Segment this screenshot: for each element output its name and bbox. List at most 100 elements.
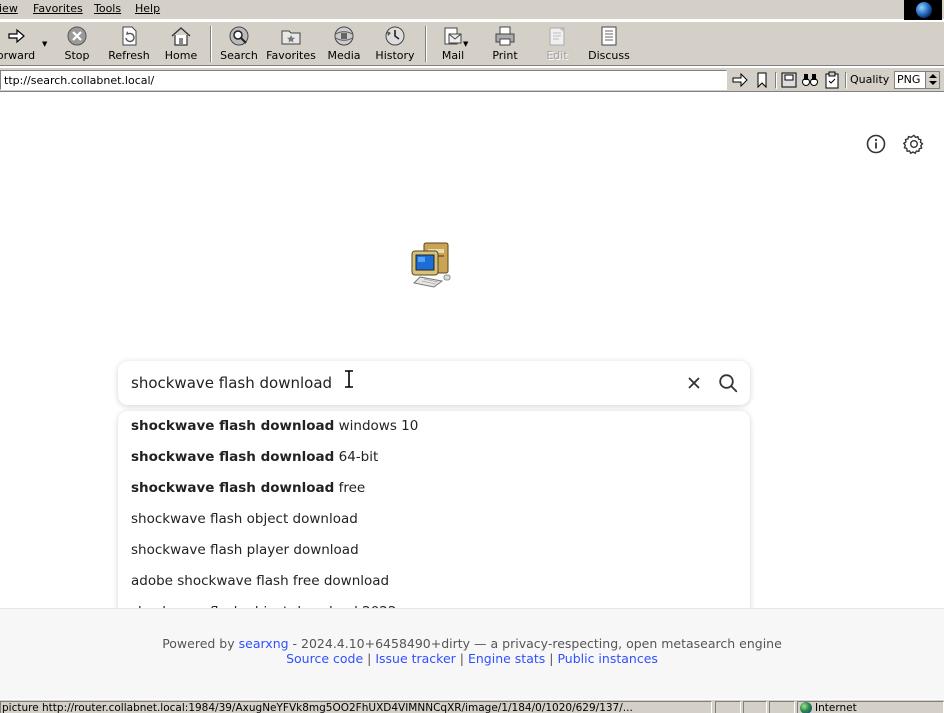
toolbar: orward ▼ Stop Refresh Home Search Favori… bbox=[0, 21, 944, 66]
status-pane bbox=[769, 701, 795, 713]
toolbar-separator bbox=[425, 26, 427, 62]
refresh-label: Refresh bbox=[108, 49, 150, 62]
footer: Powered by searxng - 2024.4.10+6458490+d… bbox=[0, 608, 944, 699]
menu-tools[interactable]: Tools bbox=[94, 2, 121, 16]
suggestion-rest: adobe shockwave flash free download bbox=[131, 573, 390, 589]
favorites-label: Favorites bbox=[266, 49, 316, 62]
engine-stats-link[interactable]: Engine stats bbox=[468, 651, 545, 666]
edit-icon bbox=[549, 27, 565, 46]
search-icon[interactable] bbox=[718, 373, 738, 393]
home-button[interactable]: Home bbox=[163, 25, 199, 65]
suggestion-rest: free bbox=[334, 480, 366, 496]
page-save-icon[interactable] bbox=[780, 71, 798, 89]
public-instances-link[interactable]: Public instances bbox=[557, 651, 657, 666]
issue-tracker-link[interactable]: Issue tracker bbox=[375, 651, 456, 666]
browser-throbber bbox=[904, 0, 942, 20]
mail-icon bbox=[444, 27, 462, 45]
forward-label: orward bbox=[0, 49, 36, 62]
status-bar: picture http://router.collabnet.local:19… bbox=[0, 699, 944, 713]
menu-tools-label: Tools bbox=[94, 2, 122, 15]
suggestion-rest: shockwave flash object download bbox=[131, 511, 358, 527]
bookmark-icon[interactable] bbox=[753, 71, 771, 89]
history-icon bbox=[385, 26, 405, 46]
menu-view[interactable]: iew bbox=[0, 2, 18, 16]
print-icon bbox=[495, 26, 515, 46]
clipboard-icon[interactable] bbox=[823, 71, 841, 89]
status-pane bbox=[715, 701, 741, 713]
footer-divider: | bbox=[455, 651, 468, 666]
quality-select[interactable]: PNG bbox=[894, 71, 940, 89]
menu-help-label: Help bbox=[135, 2, 161, 15]
globe-icon bbox=[916, 2, 932, 18]
discuss-icon bbox=[601, 26, 617, 46]
search-input[interactable] bbox=[131, 372, 671, 394]
discuss-label: Discuss bbox=[588, 49, 630, 62]
zone-label: Internet bbox=[815, 702, 857, 713]
clear-icon[interactable] bbox=[685, 374, 703, 392]
autocomplete-item[interactable]: shockwave flash download windows 10 bbox=[118, 415, 750, 446]
discuss-button[interactable]: Discuss bbox=[588, 25, 630, 65]
binoculars-icon[interactable] bbox=[801, 71, 819, 89]
suggestion-match: shockwave flash download bbox=[131, 449, 335, 465]
media-label: Media bbox=[327, 49, 361, 62]
forward-arrow-icon bbox=[8, 28, 25, 44]
footer-divider: | bbox=[545, 651, 558, 666]
favorites-button[interactable]: Favorites bbox=[266, 25, 316, 65]
refresh-icon bbox=[122, 26, 137, 46]
media-icon bbox=[334, 26, 354, 46]
favorites-folder-icon bbox=[281, 30, 301, 45]
search-box bbox=[118, 361, 750, 405]
autocomplete-list: shockwave flash download windows 10 shoc… bbox=[118, 411, 750, 627]
stop-button[interactable]: Stop bbox=[60, 25, 94, 65]
status-text: picture http://router.collabnet.local:19… bbox=[0, 701, 712, 713]
home-icon bbox=[171, 27, 191, 46]
autocomplete-item[interactable]: shockwave flash player download bbox=[118, 539, 750, 570]
source-code-link[interactable]: Source code bbox=[286, 651, 363, 666]
stop-icon bbox=[67, 26, 87, 46]
quality-label: Quality bbox=[850, 73, 890, 86]
menu-favorites-label: Favorites bbox=[33, 2, 83, 15]
search-toolbar-button[interactable]: Search bbox=[219, 25, 259, 65]
menu-favorites[interactable]: Favorites bbox=[33, 2, 83, 16]
edit-label: Edit bbox=[546, 49, 568, 62]
searxng-computer-logo bbox=[411, 242, 451, 288]
internet-zone-icon bbox=[800, 702, 812, 713]
forward-button[interactable]: orward bbox=[0, 25, 38, 65]
forward-dropdown-icon[interactable]: ▼ bbox=[42, 40, 47, 48]
autocomplete-item[interactable]: shockwave flash download 64-bit bbox=[118, 446, 750, 477]
info-icon[interactable] bbox=[865, 133, 887, 155]
address-bar: Quality PNG bbox=[0, 67, 944, 92]
autocomplete-item[interactable]: shockwave flash object download bbox=[118, 508, 750, 539]
print-label: Print bbox=[492, 49, 518, 62]
suggestion-match: shockwave flash download bbox=[131, 480, 335, 496]
menu-view-label: iew bbox=[0, 2, 18, 15]
footer-divider: | bbox=[363, 651, 376, 666]
search-globe-icon bbox=[229, 26, 249, 46]
go-arrow-icon[interactable] bbox=[731, 71, 749, 89]
history-button[interactable]: History bbox=[374, 25, 416, 65]
settings-gear-icon[interactable] bbox=[903, 133, 925, 155]
autocomplete-item[interactable]: shockwave flash download free bbox=[118, 477, 750, 508]
quality-spinner[interactable] bbox=[925, 72, 939, 88]
mail-dropdown-icon[interactable]: ▼ bbox=[463, 40, 468, 48]
suggestion-match: shockwave flash download bbox=[131, 418, 335, 434]
footer-powered-line: Powered by searxng - 2024.4.10+6458490+d… bbox=[0, 636, 944, 651]
edit-button[interactable]: Edit bbox=[541, 25, 573, 65]
print-button[interactable]: Print bbox=[488, 25, 522, 65]
menu-help[interactable]: Help bbox=[135, 2, 160, 16]
refresh-button[interactable]: Refresh bbox=[106, 25, 152, 65]
address-input[interactable] bbox=[0, 70, 727, 90]
mail-label: Mail bbox=[441, 49, 465, 62]
suggestion-rest: 64-bit bbox=[334, 449, 379, 465]
security-zone: Internet bbox=[797, 701, 944, 713]
home-label: Home bbox=[164, 49, 198, 62]
text-cursor-icon bbox=[345, 370, 353, 388]
version-text: - 2024.4.10+6458490+dirty — a privacy-re… bbox=[288, 636, 782, 651]
address-separator bbox=[845, 72, 847, 89]
media-button[interactable]: Media bbox=[325, 25, 363, 65]
suggestion-rest: shockwave flash player download bbox=[131, 542, 359, 558]
suggestion-rest: windows 10 bbox=[334, 418, 419, 434]
autocomplete-item[interactable]: adobe shockwave flash free download bbox=[118, 570, 750, 601]
searxng-link[interactable]: searxng bbox=[239, 636, 289, 651]
stop-label: Stop bbox=[64, 49, 90, 62]
